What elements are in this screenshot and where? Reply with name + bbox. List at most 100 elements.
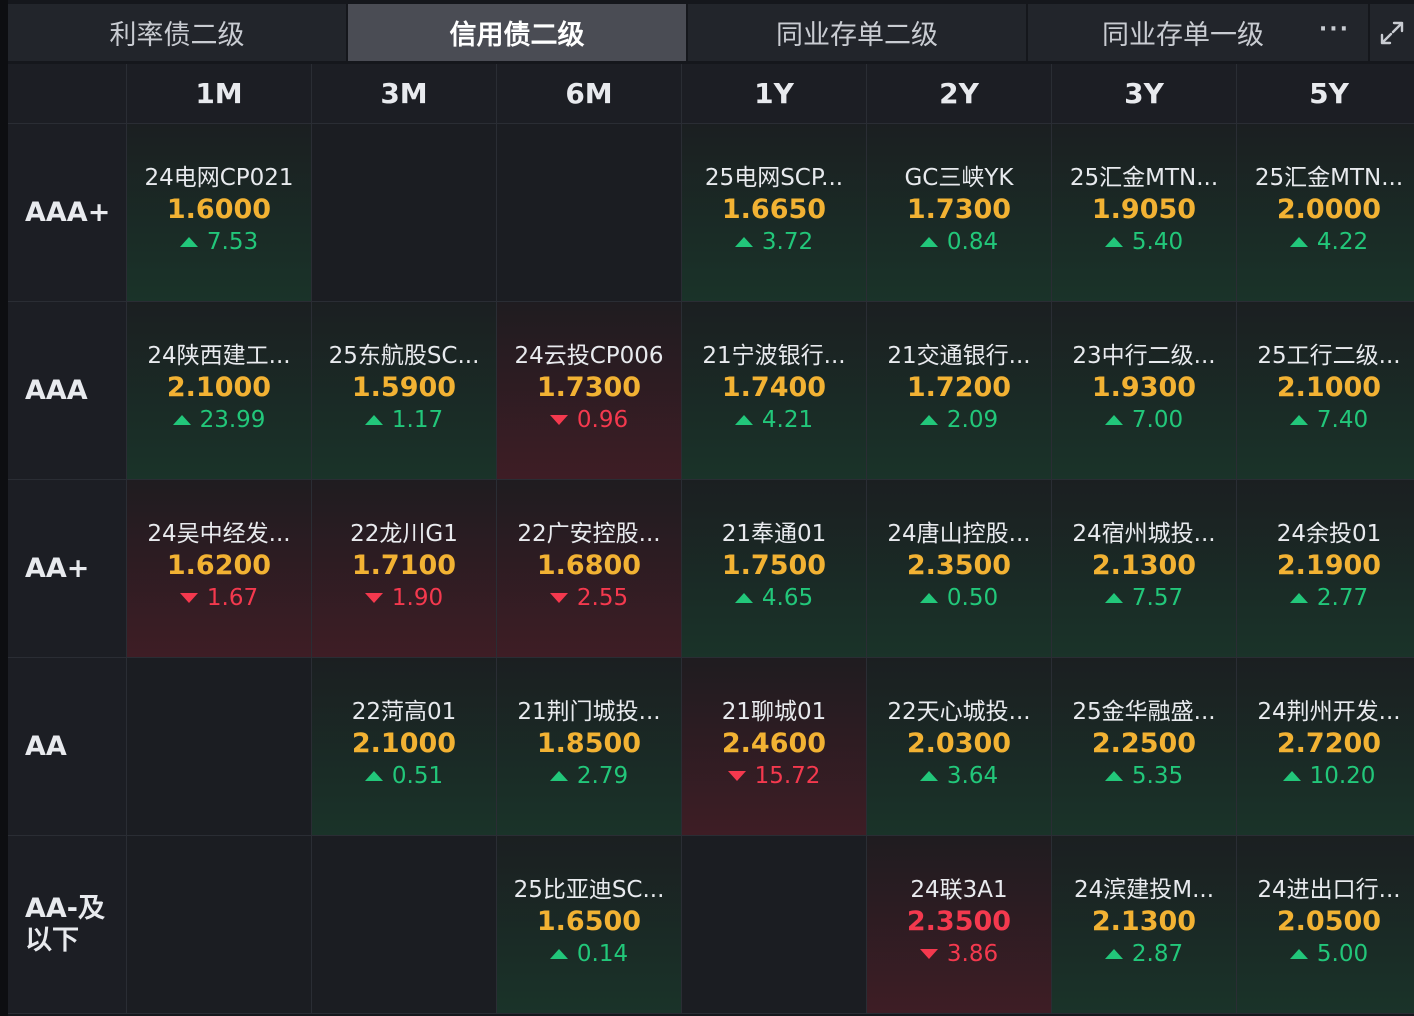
yield-change-value: 4.21 [761,406,814,433]
yield-change: 2.77 [1289,583,1368,613]
down-arrow-icon [364,592,383,603]
up-arrow-icon [919,592,938,603]
up-arrow-icon [172,414,191,425]
bond-quote-cell[interactable]: GC三峡YK 1.7300 0.84 [867,124,1052,302]
yield-change-value: 1.67 [206,584,259,611]
bond-quote-cell[interactable]: 21聊城01 2.4600 15.72 [682,658,867,836]
up-arrow-icon [919,236,938,247]
bond-yield: 1.9300 [1091,371,1197,403]
bond-quote-cell[interactable]: 22龙川G1 1.7100 1.90 [312,480,497,658]
bond-quote-cell[interactable]: 25金华融盛... 2.2500 5.35 [1052,658,1237,836]
bond-quote-cell[interactable]: 25东航股SC... 1.5900 1.17 [312,302,497,480]
bond-quote-cell[interactable]: 24联3A1 2.3500 3.86 [867,836,1052,1014]
tab-rate-bond-secondary[interactable]: 利率债二级 [8,4,348,61]
up-arrow-icon [1104,414,1123,425]
bond-quote-cell[interactable]: 24荆州开发... 2.7200 10.20 [1237,658,1414,836]
yield-change-value: 7.00 [1131,406,1184,433]
yield-change-value: 1.90 [391,584,444,611]
bond-quote-cell[interactable]: 25电网SCP... 1.6650 3.72 [682,124,867,302]
yield-change-value: 7.53 [206,228,259,255]
bond-yield: 2.1000 [1276,371,1382,403]
bond-yield: 2.1000 [351,727,457,759]
bond-yield: 1.7200 [906,371,1012,403]
bond-name: 24唐山控股... [887,520,1031,547]
yield-change: 7.40 [1289,405,1369,435]
column-header-5y[interactable]: 5Y [1237,64,1414,124]
empty-cell [497,124,682,302]
bond-yield: 1.6500 [536,905,642,937]
bond-name: 25汇金MTN... [1069,164,1219,191]
bond-quote-cell[interactable]: 23中行二级... 1.9300 7.00 [1052,302,1237,480]
column-header-1m[interactable]: 1M [127,64,312,124]
bond-quote-cell[interactable]: 25工行二级... 2.1000 7.40 [1237,302,1414,480]
bond-name: 25工行二级... [1257,342,1401,369]
bond-quote-cell[interactable]: 22菏高01 2.1000 0.51 [312,658,497,836]
yield-change: 7.57 [1104,583,1183,613]
column-header-1y[interactable]: 1Y [682,64,867,124]
yield-change-value: 0.84 [946,228,999,255]
expand-icon [1380,21,1404,44]
up-arrow-icon [919,770,938,781]
yield-change-value: 3.64 [946,762,999,789]
bond-name: 22广安控股... [517,520,661,547]
bond-quote-cell[interactable]: 24电网CP021 1.6000 7.53 [127,124,312,302]
yield-change: 3.72 [734,227,813,257]
bond-quote-cell[interactable]: 24滨建投M... 2.1300 2.87 [1052,836,1237,1014]
yield-change: 0.14 [549,939,628,969]
bond-yield: 2.1000 [166,371,272,403]
bond-quote-cell[interactable]: 25汇金MTN... 1.9050 5.40 [1052,124,1237,302]
bond-name: 24滨建投M... [1073,876,1215,903]
yield-change: 2.79 [549,761,629,791]
empty-cell [127,658,312,836]
bond-quote-cell[interactable]: 24余投01 2.1900 2.77 [1237,480,1414,658]
column-header-2y[interactable]: 2Y [867,64,1052,124]
empty-cell [127,836,312,1014]
expand-button[interactable] [1370,4,1414,61]
column-header-6m[interactable]: 6M [497,64,682,124]
yield-change-value: 0.96 [576,406,629,433]
tab-credit-bond-secondary[interactable]: 信用债二级 [348,4,688,61]
rating-label: AAA+ [25,196,111,228]
bond-quote-cell[interactable]: 24云投CP006 1.7300 0.96 [497,302,682,480]
up-arrow-icon [919,414,938,425]
yield-change: 4.65 [734,583,813,613]
matrix-corner [8,64,127,124]
column-header-3m[interactable]: 3M [312,64,497,124]
up-arrow-icon [364,414,383,425]
rating-label: AA [25,730,67,762]
bond-quote-cell[interactable]: 24吴中经发... 1.6200 1.67 [127,480,312,658]
bond-quote-cell[interactable]: 21荆门城投... 1.8500 2.79 [497,658,682,836]
yield-change-value: 7.40 [1316,406,1369,433]
bond-yield: 2.0000 [1276,193,1382,225]
bond-name: 21奉通01 [721,520,827,547]
yield-change-value: 15.72 [754,762,821,789]
empty-cell [312,836,497,1014]
bond-quote-cell[interactable]: 22广安控股... 1.6800 2.55 [497,480,682,658]
bond-quote-cell[interactable]: 21交通银行... 1.7200 2.09 [867,302,1052,480]
yield-change-value: 2.79 [576,762,629,789]
bond-quote-cell[interactable]: 24陕西建工... 2.1000 23.99 [127,302,312,480]
bond-quote-cell[interactable]: 24唐山控股... 2.3500 0.50 [867,480,1052,658]
down-arrow-icon [919,948,938,959]
column-header-3y[interactable]: 3Y [1052,64,1237,124]
bond-yield: 2.1300 [1091,549,1197,581]
bond-quote-cell[interactable]: 25比亚迪SC... 1.6500 0.14 [497,836,682,1014]
more-icon[interactable]: ··· [1319,17,1350,42]
tab-ncd-primary[interactable]: 同业存单一级 ··· [1028,4,1370,61]
bond-quote-cell[interactable]: 25汇金MTN... 2.0000 4.22 [1237,124,1414,302]
bond-name: 24电网CP021 [144,164,294,191]
bond-quote-cell[interactable]: 21宁波银行... 1.7400 4.21 [682,302,867,480]
bond-name: 21聊城01 [721,698,827,725]
bond-name: 22龙川G1 [350,520,458,547]
bond-quote-cell[interactable]: 24宿州城投... 2.1300 7.57 [1052,480,1237,658]
bond-yield: 1.6200 [166,549,272,581]
bond-quote-cell[interactable]: 21奉通01 1.7500 4.65 [682,480,867,658]
bond-quote-cell[interactable]: 24进出口行... 2.0500 5.00 [1237,836,1414,1014]
bond-quote-cell[interactable]: 22天心城投... 2.0300 3.64 [867,658,1052,836]
yield-change: 23.99 [172,405,265,435]
down-arrow-icon [549,592,568,603]
yield-change: 2.55 [549,583,628,613]
bond-yield: 1.6000 [166,193,272,225]
bond-yield: 1.7300 [536,371,642,403]
tab-ncd-secondary[interactable]: 同业存单二级 [688,4,1028,61]
